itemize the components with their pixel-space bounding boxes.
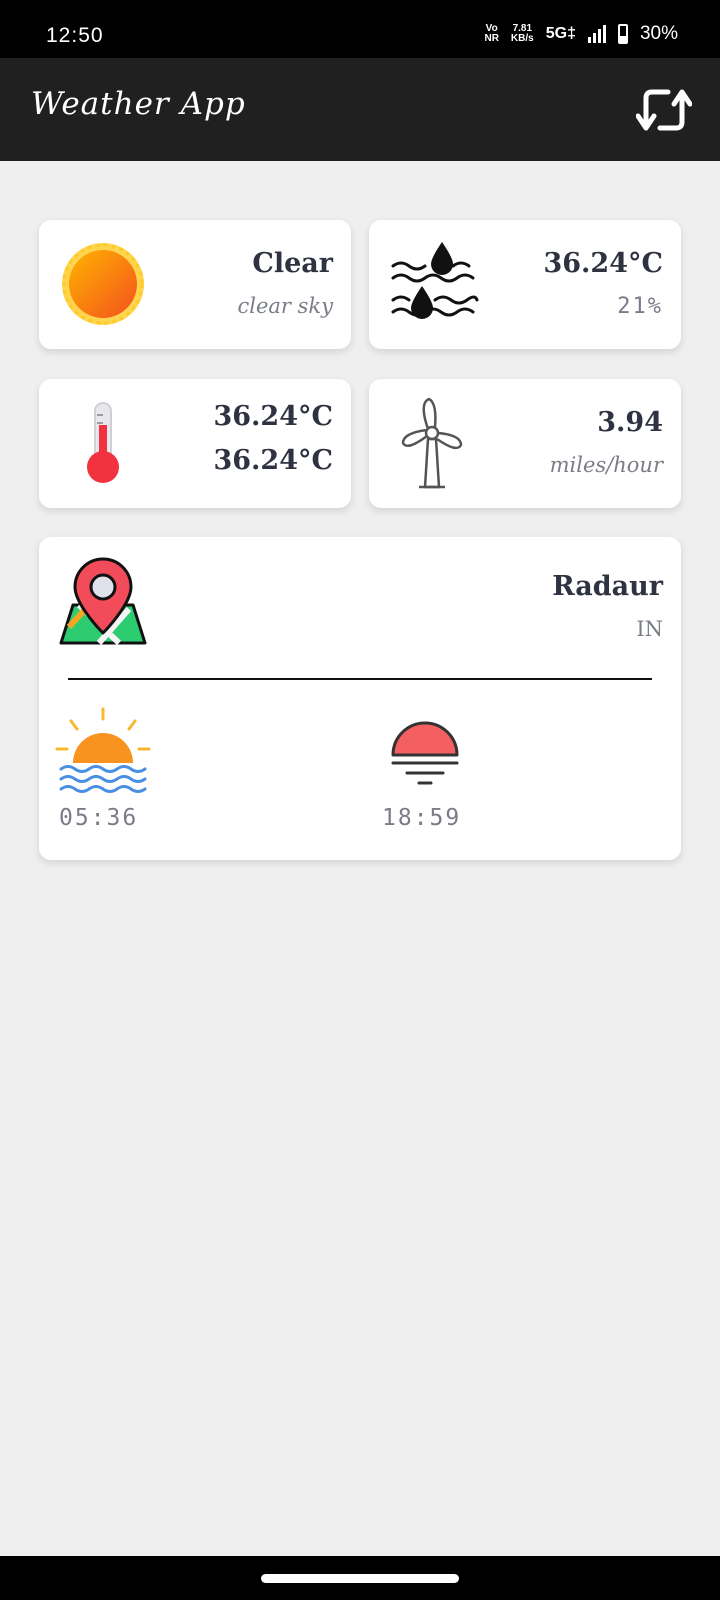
wind-card: 3.94 miles/hour (369, 379, 681, 508)
sunrise-icon (55, 707, 151, 793)
weather-condition: Clear (252, 248, 333, 279)
location-divider (68, 678, 652, 680)
wind-turbine-icon (401, 397, 463, 489)
map-pin-icon (59, 557, 147, 646)
humidity-card: 36.24°C 21% (369, 220, 681, 349)
battery-percent: 30% (639, 23, 678, 44)
home-gesture-handle[interactable] (261, 1574, 459, 1583)
navigation-bar (0, 1556, 720, 1600)
sunset-icon (391, 721, 459, 785)
status-time: 12:50 (46, 24, 104, 47)
volte-indicator: Vo NR (484, 23, 499, 44)
humidity-percent: 21% (617, 294, 663, 319)
temperature-card: 36.24°C 36.24°C (39, 379, 351, 508)
app-title: Weather App (31, 86, 246, 122)
sunrise-time: 05:36 (59, 805, 139, 831)
humidity-waves-icon (391, 242, 479, 319)
weather-description: clear sky (237, 294, 333, 318)
refresh-icon (635, 89, 693, 131)
signal-icon (587, 25, 606, 43)
location-city: Radaur (552, 571, 663, 602)
wind-speed: 3.94 (597, 407, 663, 438)
wind-unit: miles/hour (549, 453, 663, 477)
humidity-temperature: 36.24°C (543, 248, 663, 279)
battery-icon (617, 24, 628, 44)
location-country: IN (636, 617, 663, 641)
temperature-max: 36.24°C (213, 401, 333, 432)
thermometer-icon (87, 402, 119, 483)
sunset-time: 18:59 (382, 805, 462, 831)
network-type: 5G‡ (545, 25, 576, 42)
weather-condition-card: Clear clear sky (39, 220, 351, 349)
app-bar: Weather App (0, 58, 720, 161)
location-card: Radaur IN 05:36 18:59 (39, 537, 681, 860)
sun-icon (62, 243, 144, 325)
refresh-button[interactable] (635, 84, 693, 136)
status-bar: 12:50 Vo NR 7.81 KB/s 5G‡ 30% (0, 0, 720, 58)
status-icons: Vo NR 7.81 KB/s 5G‡ 30% (484, 22, 678, 46)
temperature-min: 36.24°C (213, 445, 333, 476)
network-speed: 7.81 KB/s (510, 23, 534, 44)
